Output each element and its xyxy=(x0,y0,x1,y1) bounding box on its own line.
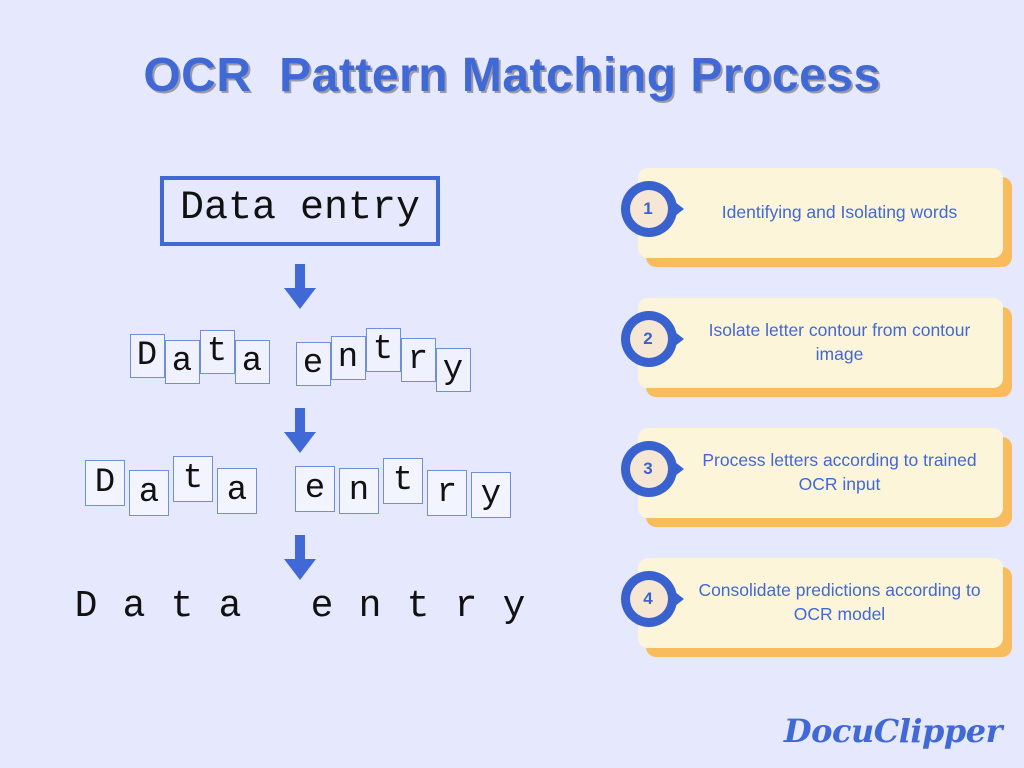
letter-cell: t xyxy=(199,330,235,374)
letter-cell: r xyxy=(427,470,467,516)
flow-stage-spaced-letter-boxes: Dataentry xyxy=(0,448,600,528)
docuclipper-logo: DocuClipper xyxy=(783,712,1003,750)
step-label: Process letters according to trained OCR… xyxy=(702,450,977,494)
letter-cell: n xyxy=(330,336,366,380)
step-number-badge: 1 xyxy=(620,180,686,238)
step-card[interactable]: Consolidate predictions according to OCR… xyxy=(638,558,1003,648)
step-number-badge: 3 xyxy=(620,440,686,498)
letter-cell: y xyxy=(435,348,471,392)
letter-cell: a xyxy=(234,340,270,384)
letter-cell: r xyxy=(454,585,478,628)
letter-cell: D xyxy=(129,334,165,378)
letter-cell: a xyxy=(164,340,200,384)
letter-cell: y xyxy=(471,472,511,518)
letter-cell: e xyxy=(295,466,335,512)
step-item[interactable]: Consolidate predictions according to OCR… xyxy=(620,558,1012,657)
letter-cell: n xyxy=(339,468,379,514)
letter-cell: a xyxy=(122,585,146,628)
letter-cell: a xyxy=(217,468,257,514)
step-number-badge: 2 xyxy=(620,310,686,368)
letter-gap xyxy=(261,460,295,506)
letter-cell: n xyxy=(358,585,382,628)
letter-cell: D xyxy=(85,460,125,506)
page-title: OCR Pattern Matching Process xyxy=(143,49,881,102)
letter-cell: y xyxy=(502,585,526,628)
step-label: Identifying and Isolating words xyxy=(721,202,958,223)
step-number-badge: 4 xyxy=(620,570,686,628)
letter-cell: e xyxy=(295,342,331,386)
arrow-down-icon xyxy=(0,264,600,310)
steps-list: Identifying and Isolating words 1 Isolate … xyxy=(620,168,1012,688)
letter-cell: r xyxy=(400,338,436,382)
step-item[interactable]: Process letters according to trained OCR… xyxy=(620,428,1012,527)
letter-cell: t xyxy=(173,456,213,502)
letter-cell: t xyxy=(383,458,423,504)
letter-gap xyxy=(270,334,296,378)
flow-stage-original-word: Data entry xyxy=(0,176,600,246)
step-label: Consolidate predictions according to OCR… xyxy=(698,580,981,624)
letter-cell: t xyxy=(406,585,430,628)
letter-cell: D xyxy=(74,585,98,628)
flow-stage-recognized-letters: Dataentry xyxy=(0,570,600,650)
letter-cell: a xyxy=(129,470,169,516)
word-box: Data entry xyxy=(159,176,441,246)
ocr-flow-diagram: Data entry Dataentry Dataentry Dataentry xyxy=(0,160,600,680)
letter-gap xyxy=(254,582,298,632)
step-card[interactable]: Identifying and Isolating words xyxy=(638,168,1003,258)
step-card[interactable]: Process letters according to trained OCR… xyxy=(638,428,1003,518)
letter-cell: t xyxy=(365,328,401,372)
step-item[interactable]: Isolate letter contour from contour imag… xyxy=(620,298,1012,397)
letter-cell: a xyxy=(218,585,242,628)
flow-stage-tight-letter-boxes: Dataentry xyxy=(0,322,600,402)
step-card[interactable]: Isolate letter contour from contour imag… xyxy=(638,298,1003,388)
step-item[interactable]: Identifying and Isolating words 1 xyxy=(620,168,1012,267)
letter-cell: t xyxy=(170,585,194,628)
letter-cell: e xyxy=(310,585,334,628)
step-label: Isolate letter contour from contour imag… xyxy=(708,320,971,364)
